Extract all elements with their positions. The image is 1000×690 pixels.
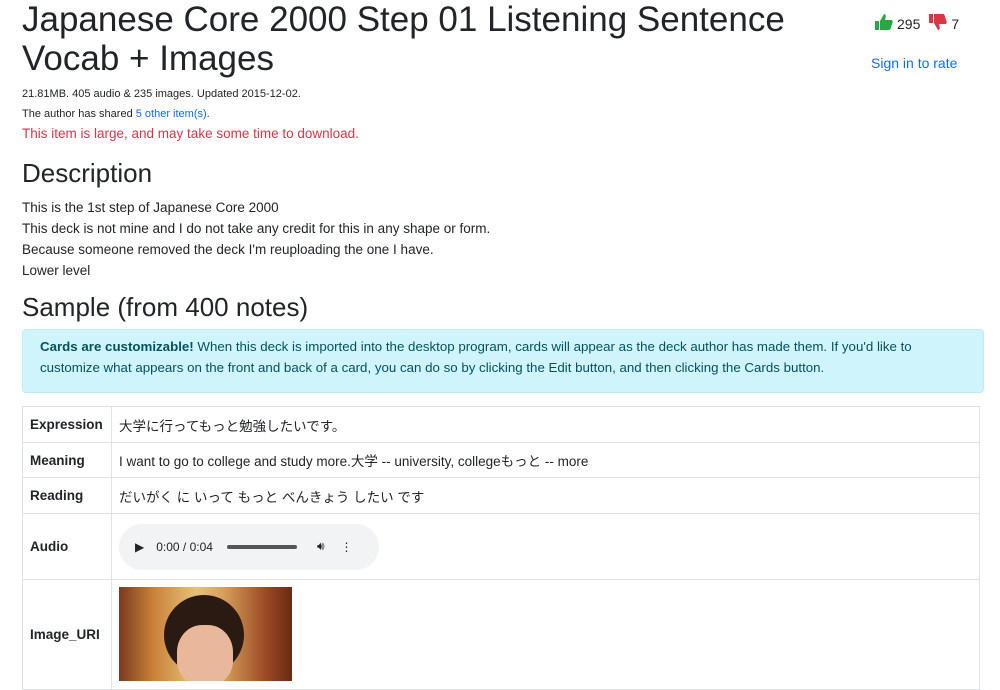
field-value: ▶ 0:00 / 0:04 🔊︎ ⋮ [111, 513, 980, 580]
field-value [111, 579, 980, 690]
description-line: This is the 1st step of Japanese Core 20… [22, 200, 279, 215]
table-row: Meaning I want to go to college and stud… [22, 442, 980, 478]
shared-items-line: The author has shared 5 other item(s). [22, 108, 210, 120]
volume-icon[interactable]: 🔊︎ [317, 539, 325, 554]
description-line: Lower level [22, 263, 91, 278]
deck-info: 21.81MB. 405 audio & 235 images. Updated… [22, 88, 301, 100]
upvote-count: 295 [897, 15, 921, 32]
thumbs-up-icon[interactable] [874, 13, 894, 34]
downvote-count: 7 [951, 15, 960, 32]
sample-image [119, 587, 292, 681]
description-line: Because someone removed the deck I'm reu… [22, 242, 434, 257]
sign-in-link[interactable]: Sign in to rate [871, 55, 957, 71]
field-value: I want to go to college and study more.大… [111, 442, 980, 478]
audio-time: 0:00 / 0:04 [156, 539, 213, 554]
play-icon[interactable]: ▶ [135, 540, 144, 554]
page-title: Japanese Core 2000 Step 01 Listening Sen… [22, 0, 785, 78]
field-name: Reading [22, 477, 112, 514]
field-value: 大学に行ってもっと勉強したいです。 [111, 406, 980, 443]
description-text: This is the 1st step of Japanese Core 20… [22, 197, 490, 281]
sample-heading: Sample (from 400 notes) [22, 292, 309, 322]
audio-player[interactable]: ▶ 0:00 / 0:04 🔊︎ ⋮ [119, 523, 379, 570]
table-row: Image_URI [22, 579, 980, 690]
more-options-icon[interactable]: ⋮ [341, 540, 353, 554]
other-items-link[interactable]: 5 other item(s) [136, 108, 207, 120]
table-row: Audio ▶ 0:00 / 0:04 🔊︎ ⋮ [22, 513, 980, 580]
large-item-warning: This item is large, and may take some ti… [22, 126, 359, 141]
rating-bar: 295 7 [874, 13, 967, 34]
field-value: だいがく に いって もっと べんきょう したい です [111, 477, 980, 514]
field-name: Audio [22, 513, 112, 580]
field-name: Image_URI [22, 579, 112, 690]
description-line: This deck is not mine and I do not take … [22, 221, 491, 236]
table-row: Reading だいがく に いって もっと べんきょう したい です [22, 477, 980, 514]
thumbs-down-icon[interactable] [928, 13, 948, 34]
description-heading: Description [22, 158, 153, 188]
customizable-alert: Cards are customizable! When this deck i… [22, 329, 984, 393]
alert-title: Cards are customizable! [40, 339, 194, 354]
table-row: Expression 大学に行ってもっと勉強したいです。 [22, 406, 980, 443]
field-name: Meaning [22, 442, 112, 478]
image-face [177, 625, 233, 681]
field-name: Expression [22, 406, 112, 443]
sample-table: Expression 大学に行ってもっと勉強したいです。 Meaning I w… [22, 406, 980, 690]
shared-prefix: The author has shared [22, 108, 136, 120]
shared-suffix: . [206, 108, 210, 120]
audio-progress-slider[interactable] [226, 544, 297, 549]
